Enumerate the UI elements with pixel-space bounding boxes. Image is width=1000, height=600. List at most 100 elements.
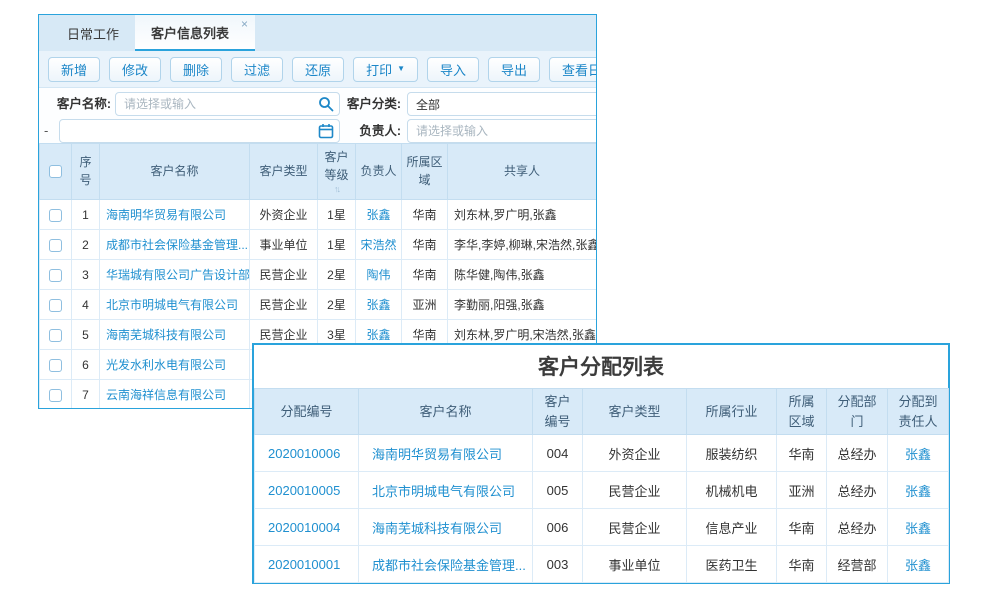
row-index-cell: 4 — [72, 290, 100, 320]
owner-link[interactable]: 张鑫 — [366, 298, 390, 312]
row-checkbox[interactable] — [49, 329, 62, 342]
filter-area: 客户名称: 客户分类: - 负责人: — [39, 88, 596, 143]
assignee-link[interactable]: 张鑫 — [905, 447, 931, 462]
dept-cell: 经营部 — [827, 546, 888, 583]
row-checkbox[interactable] — [49, 359, 62, 372]
assignee-link[interactable]: 张鑫 — [905, 558, 931, 573]
customer-name-link[interactable]: 成都市社会保险基金管理... — [106, 238, 248, 252]
shared-cell: 刘东林,罗广明,张鑫 — [448, 200, 597, 230]
owner-cell: 张鑫 — [356, 290, 402, 320]
row-index-cell: 7 — [72, 380, 100, 410]
calendar-icon[interactable] — [318, 123, 334, 139]
tab-daily-work[interactable]: 日常工作 — [51, 15, 135, 51]
filter-button[interactable]: 过滤 — [231, 57, 283, 82]
row-select-cell — [40, 320, 72, 350]
col-header-index: 序号 — [72, 144, 100, 200]
row-checkbox[interactable] — [49, 299, 62, 312]
customer-level-cell: 2星 — [318, 260, 356, 290]
restore-button[interactable]: 还原 — [292, 57, 344, 82]
customer-category-label: 客户分类: — [337, 92, 401, 116]
row-index-cell: 6 — [72, 350, 100, 380]
region-cell: 华南 — [777, 546, 827, 583]
tab-bar: 日常工作 客户信息列表 × — [39, 15, 596, 51]
view-log-button[interactable]: 查看日志 — [549, 57, 597, 82]
customer-row: 3华瑞城有限公司广告设计部民营企业2星陶伟华南陈华健,陶伟,张鑫 — [40, 260, 597, 290]
import-button[interactable]: 导入 — [427, 57, 479, 82]
delete-button[interactable]: 删除 — [170, 57, 222, 82]
customer-name-cell: 海南明华贸易有限公司 — [359, 435, 533, 472]
new-button[interactable]: 新增 — [48, 57, 100, 82]
owner-cell: 宋浩然 — [356, 230, 402, 260]
customer-table-header-row: 序号 客户名称 客户类型 客户等级 ↑↓ 负责人 所属区域 共享人 — [40, 144, 597, 200]
customer-name-link[interactable]: 海南明华贸易有限公司 — [106, 208, 226, 222]
delete-button-label: 删除 — [183, 60, 209, 79]
tab-customer-info-list[interactable]: 客户信息列表 × — [135, 15, 255, 51]
customer-name-input[interactable] — [115, 92, 340, 116]
sort-icon[interactable]: ↑↓ — [320, 185, 353, 194]
customer-level-cell: 1星 — [318, 230, 356, 260]
customer-level-cell: 1星 — [318, 200, 356, 230]
owner-link[interactable]: 宋浩然 — [360, 238, 396, 252]
customer-name-link[interactable]: 光发水利水电有限公司 — [106, 358, 226, 372]
customer-name-cell: 海南明华贸易有限公司 — [100, 200, 250, 230]
row-checkbox[interactable] — [49, 209, 62, 222]
col-header-cust-type: 客户类型 — [583, 389, 687, 435]
customer-name-link[interactable]: 海南芜城科技有限公司 — [372, 521, 502, 536]
col-header-name: 客户名称 — [100, 144, 250, 200]
owner-link[interactable]: 陶伟 — [366, 268, 390, 282]
customer-category-select[interactable] — [407, 92, 597, 116]
assignee-cell: 张鑫 — [888, 435, 949, 472]
export-button[interactable]: 导出 — [488, 57, 540, 82]
customer-name-link[interactable]: 云南海祥信息有限公司 — [106, 388, 226, 402]
col-header-assignee: 分配到责任人 — [888, 389, 949, 435]
row-checkbox[interactable] — [49, 389, 62, 402]
region-cell: 华南 — [402, 230, 448, 260]
industry-cell: 机械机电 — [687, 472, 777, 509]
customer-name-link[interactable]: 北京市明城电气有限公司 — [372, 484, 515, 499]
assign-no-link[interactable]: 2020010004 — [268, 520, 340, 535]
assign-table-header-row: 分配编号 客户名称 客户编号 客户类型 所属行业 所属区域 分配部门 分配到责任… — [255, 389, 949, 435]
assign-no-cell: 2020010005 — [255, 472, 359, 509]
assignee-link[interactable]: 张鑫 — [905, 484, 931, 499]
row-select-cell — [40, 230, 72, 260]
region-cell: 亚洲 — [402, 290, 448, 320]
col-header-assign-no: 分配编号 — [255, 389, 359, 435]
assign-no-link[interactable]: 2020010001 — [268, 557, 340, 572]
row-checkbox[interactable] — [49, 269, 62, 282]
col-header-level[interactable]: 客户等级 ↑↓ — [318, 144, 356, 200]
print-button[interactable]: 打印▼ — [353, 57, 418, 82]
industry-cell: 服装纺织 — [687, 435, 777, 472]
region-cell: 华南 — [402, 260, 448, 290]
export-button-label: 导出 — [501, 60, 527, 79]
owner-input[interactable] — [407, 119, 597, 143]
search-icon[interactable] — [318, 96, 334, 112]
customer-name-link[interactable]: 海南芜城科技有限公司 — [106, 328, 226, 342]
assign-no-link[interactable]: 2020010005 — [268, 483, 340, 498]
assign-no-cell: 2020010004 — [255, 509, 359, 546]
toolbar: 新增修改 删除 过滤还原打印▼ 导入 导出 查看日志 — [39, 51, 596, 88]
close-tab-icon[interactable]: × — [241, 18, 248, 30]
select-all-cell — [40, 144, 72, 200]
owner-link[interactable]: 张鑫 — [366, 328, 390, 342]
customer-name-link[interactable]: 成都市社会保险基金管理... — [372, 558, 526, 573]
customer-name-link[interactable]: 北京市明城电气有限公司 — [106, 298, 238, 312]
assign-no-link[interactable]: 2020010006 — [268, 446, 340, 461]
date-input[interactable] — [59, 119, 340, 143]
customer-name-link[interactable]: 华瑞城有限公司广告设计部 — [106, 268, 250, 282]
edit-button[interactable]: 修改 — [109, 57, 161, 82]
col-header-type: 客户类型 — [250, 144, 318, 200]
region-cell: 亚洲 — [777, 472, 827, 509]
customer-name-cell: 海南芜城科技有限公司 — [359, 509, 533, 546]
customer-name-link[interactable]: 海南明华贸易有限公司 — [372, 447, 502, 462]
col-header-level-label: 客户等级 — [320, 149, 353, 184]
owner-link[interactable]: 张鑫 — [366, 208, 390, 222]
row-checkbox[interactable] — [49, 239, 62, 252]
customer-row: 4北京市明城电气有限公司民营企业2星张鑫亚洲李勤丽,阳强,张鑫 — [40, 290, 597, 320]
assignee-link[interactable]: 张鑫 — [905, 521, 931, 536]
customer-type-cell: 外资企业 — [250, 200, 318, 230]
row-select-cell — [40, 260, 72, 290]
row-select-cell — [40, 380, 72, 410]
dept-cell: 总经办 — [827, 472, 888, 509]
dept-cell: 总经办 — [827, 435, 888, 472]
select-all-checkbox[interactable] — [49, 165, 62, 178]
